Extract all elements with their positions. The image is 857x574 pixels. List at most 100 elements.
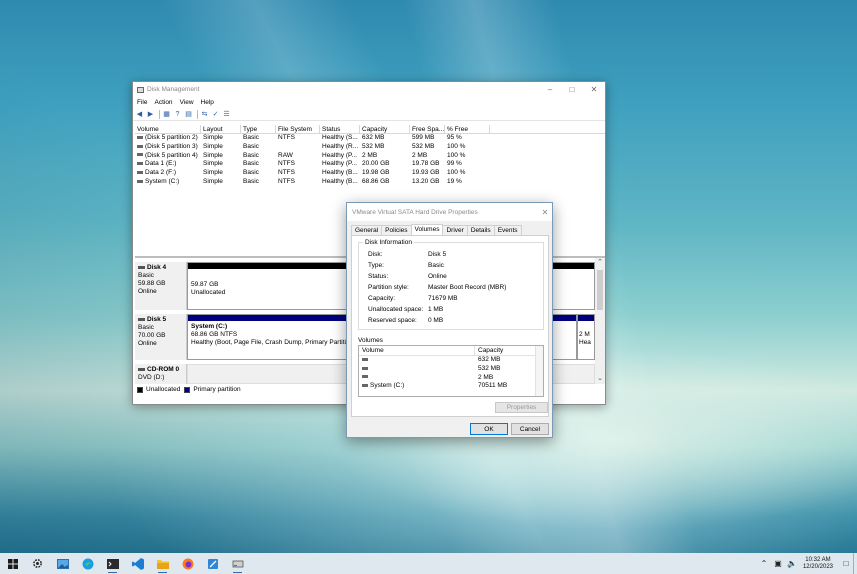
disk-type: Basic [138, 324, 154, 331]
connect-icon[interactable]: ⇆ [200, 110, 209, 119]
percent-cell: 95 % [447, 134, 462, 141]
ok-button[interactable]: OK [470, 423, 508, 435]
col-status[interactable]: Status [320, 124, 360, 134]
info-key: Unallocated space: [368, 306, 424, 313]
volumes-label: Volumes [358, 337, 383, 344]
tab-details[interactable]: Details [466, 225, 495, 235]
disk-information-group: Disk Information Disk: Disk 5 Type: Basic … [358, 239, 544, 330]
col-type[interactable]: Type [241, 124, 276, 134]
dialog-title-bar[interactable]: VMware Virtual SATA Hard Drive Propertie… [347, 203, 552, 221]
tab-volumes[interactable]: Volumes [410, 224, 444, 235]
scroll-up-icon[interactable]: ⌃ [595, 258, 605, 268]
table-row[interactable]: (Disk 5 partition 2) Simple Basic NTFS H… [135, 134, 605, 143]
col-free-space[interactable]: Free Spa... [410, 124, 445, 134]
volumes-list[interactable]: Volume Capacity 632 MB 532 MB 2 MB Syste… [358, 345, 544, 397]
disk-management-app-icon [137, 86, 144, 93]
graph-scrollbar[interactable]: ⌃ ⌄ [595, 258, 605, 384]
snipping-icon[interactable] [200, 553, 225, 574]
tab-driver[interactable]: Driver [442, 225, 468, 235]
properties-button[interactable]: Properties [495, 402, 548, 413]
forward-icon[interactable]: ▶ [146, 110, 155, 119]
edge-icon[interactable] [75, 553, 100, 574]
toolbar-divider [197, 109, 198, 119]
drive-properties-dialog[interactable]: VMware Virtual SATA Hard Drive Propertie… [346, 202, 553, 438]
table-row[interactable]: (Disk 5 partition 3) Simple Basic Health… [135, 143, 605, 152]
list-item[interactable]: 532 MB [359, 365, 543, 374]
toolbar-divider [159, 109, 160, 119]
volume-icon [137, 179, 143, 183]
photos-icon[interactable] [50, 553, 75, 574]
fs-cell: NTFS [278, 169, 295, 177]
console-icon[interactable]: ▤ [184, 110, 193, 119]
network-icon[interactable]: ▣ [771, 559, 785, 568]
volumes-scrollbar[interactable] [535, 346, 543, 396]
col-volume[interactable]: Volume [135, 124, 201, 134]
table-row[interactable]: Data 2 (F:) Simple Basic NTFS Healthy (B… [135, 169, 605, 178]
scroll-down-icon[interactable]: ⌄ [595, 374, 605, 384]
disk-management-icon[interactable] [225, 553, 250, 574]
list-item[interactable]: System (C:) 70511 MB [359, 382, 543, 391]
close-button[interactable]: ✕ [583, 82, 605, 97]
type-cell: Basic [243, 134, 259, 141]
col-layout[interactable]: Layout [201, 124, 241, 134]
disk-name: Disk 4 [147, 264, 167, 271]
minimize-button[interactable]: – [539, 82, 561, 97]
terminal-icon[interactable] [100, 553, 125, 574]
small-partition[interactable]: 2 M Hea [577, 314, 595, 360]
clock[interactable]: 10:32 AM 12/20/2023 [803, 557, 833, 571]
fs-cell: NTFS [278, 134, 295, 141]
fs-cell: NTFS [278, 177, 295, 185]
windows-start-icon[interactable] [0, 553, 25, 574]
menu-help[interactable]: Help [201, 99, 214, 106]
col-percent-free[interactable]: % Free [445, 124, 490, 134]
notifications-icon[interactable]: □ [839, 559, 853, 568]
disk-5-label[interactable]: Disk 5 Basic 70.00 GB Online [135, 314, 187, 360]
col-volume[interactable]: Volume [359, 346, 475, 355]
menu-file[interactable]: File [137, 99, 147, 106]
info-key: Partition style: [368, 284, 409, 291]
scroll-thumb[interactable] [597, 270, 603, 310]
info-value: Master Boot Record (MBR) [428, 284, 507, 291]
menu-action[interactable]: Action [154, 99, 172, 106]
cdrom-label[interactable]: CD-ROM 0 DVD (D:) [135, 364, 187, 384]
tab-general[interactable]: General [351, 225, 383, 235]
col-capacity[interactable]: Capacity [475, 346, 535, 355]
table-row[interactable]: (Disk 5 partition 4) Simple Basic RAW He… [135, 152, 605, 161]
cancel-button[interactable]: Cancel [511, 423, 549, 435]
check-icon[interactable]: ✓ [211, 110, 220, 119]
taskbar: ⌃ ▣ 🔈 10:32 AM 12/20/2023 □ [0, 553, 857, 574]
col-file-system[interactable]: File System [276, 124, 320, 134]
primary-swatch [184, 386, 191, 393]
menu-view[interactable]: View [180, 99, 194, 106]
list-item[interactable]: 2 MB [359, 374, 543, 383]
vscode-icon[interactable] [125, 553, 150, 574]
free-cell: 599 MB [412, 134, 435, 141]
type-cell: Basic [243, 151, 259, 159]
clock-time: 10:32 AM [805, 556, 831, 563]
volume-name-text: (Disk 5 partition 4) [145, 151, 198, 159]
unallocated-swatch [137, 386, 143, 393]
tab-events[interactable]: Events [493, 225, 522, 235]
back-icon[interactable]: ◀ [135, 110, 144, 119]
status-cell: Healthy (B... [322, 169, 358, 177]
chevron-up-icon[interactable]: ⌃ [757, 559, 771, 568]
layout-cell: Simple [203, 134, 223, 141]
table-row[interactable]: Data 1 (E:) Simple Basic NTFS Healthy (P… [135, 160, 605, 169]
title-bar[interactable]: Disk Management – □ ✕ [133, 82, 605, 97]
table-row[interactable]: System (C:) Simple Basic NTFS Healthy (B… [135, 178, 605, 187]
dialog-close-icon[interactable]: ✕ [538, 208, 552, 217]
settings-icon[interactable] [25, 553, 50, 574]
file-explorer-icon[interactable] [150, 553, 175, 574]
volume-name-text: (Disk 5 partition 3) [145, 142, 198, 150]
tab-policies[interactable]: Policies [381, 225, 412, 235]
properties-icon[interactable]: ▦ [162, 110, 171, 119]
show-desktop-button[interactable] [853, 553, 857, 574]
col-capacity[interactable]: Capacity [360, 124, 410, 134]
disk-4-label[interactable]: Disk 4 Basic 59.88 GB Online [135, 262, 187, 310]
list-icon[interactable]: ☰ [222, 110, 231, 119]
maximize-button[interactable]: □ [561, 82, 583, 97]
help-icon[interactable]: ? [173, 110, 182, 119]
firefox-icon[interactable] [175, 553, 200, 574]
volume-icon[interactable]: 🔈 [785, 559, 799, 568]
list-item[interactable]: 632 MB [359, 356, 543, 365]
